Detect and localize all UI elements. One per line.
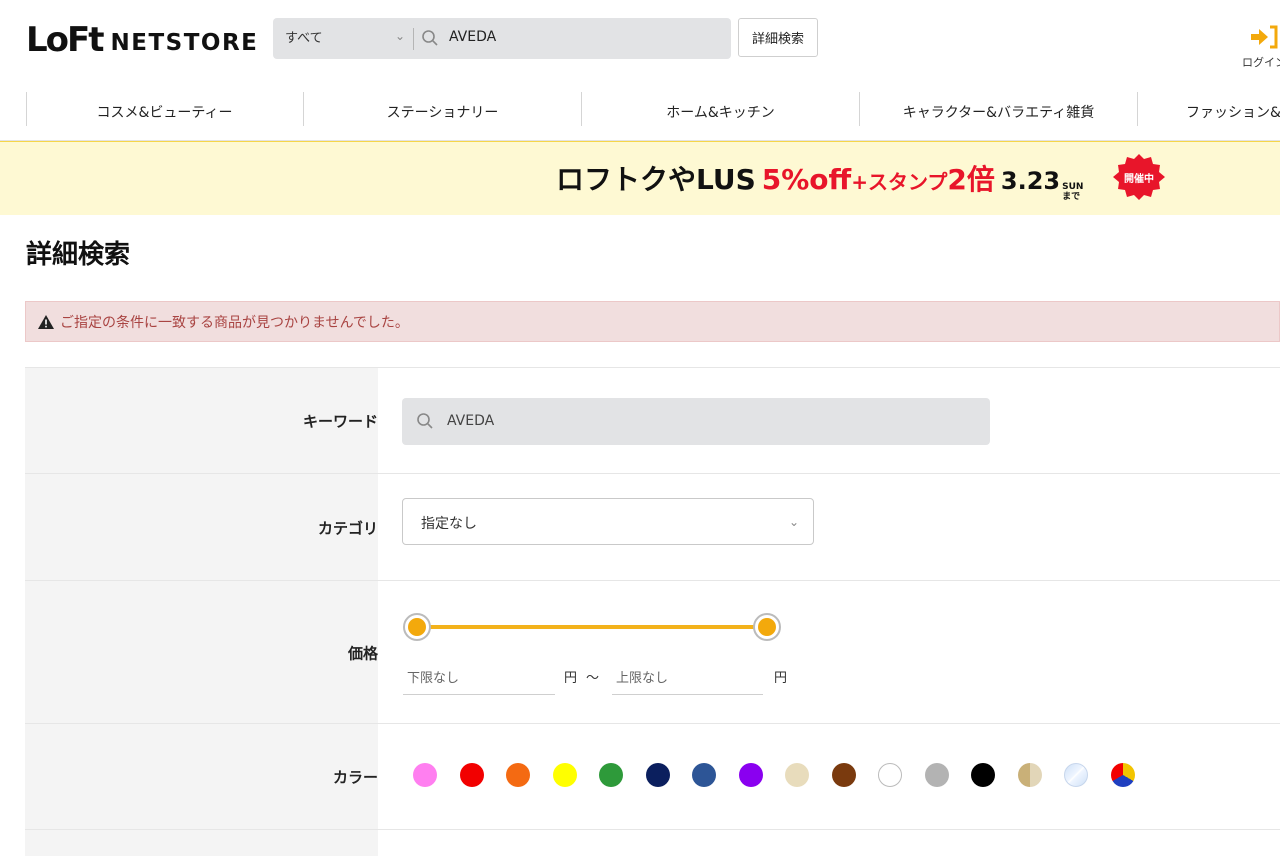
promo-day-label: SUN — [1062, 182, 1084, 192]
yen-label-max: 円 — [774, 671, 788, 686]
keyword-label: キーワード — [302, 412, 378, 431]
promo-plus-stamp: +スタンプ — [851, 170, 948, 194]
color-swatch-clear[interactable] — [1064, 763, 1088, 787]
price-max-placeholder: 上限なし — [616, 671, 669, 686]
keyword-label-cell: キーワード — [25, 368, 378, 474]
color-swatch-yellow[interactable] — [552, 763, 577, 787]
nav-item-cosme[interactable]: コスメ&ビューティー — [26, 98, 303, 126]
promo-title-1: ロフトク — [556, 163, 669, 196]
category-select[interactable]: 指定なし ⌄ — [402, 498, 814, 545]
search-icon[interactable] — [421, 29, 439, 51]
no-results-alert: ご指定の条件に一致する商品が見つかりませんでした。 — [25, 301, 1280, 342]
price-min-input[interactable]: 下限なし — [403, 661, 555, 695]
warning-icon — [38, 314, 54, 329]
color-swatch-pink[interactable] — [413, 763, 437, 787]
nav-item-character-variety[interactable]: キャラクター&バラエティ雑貨 — [860, 98, 1137, 126]
price-min-handle[interactable] — [403, 613, 431, 641]
color-swatch-gray[interactable] — [924, 763, 949, 787]
search-icon — [416, 412, 434, 434]
color-swatch-orange[interactable] — [506, 763, 530, 787]
chevron-down-icon: ⌄ — [788, 515, 799, 529]
logo-text: NETSTORE — [110, 30, 259, 56]
price-label: 価格 — [347, 644, 378, 662]
alert-message: ご指定の条件に一致する商品が見つかりませんでした。 — [60, 314, 409, 331]
login-label[interactable]: ログイン — [1242, 54, 1280, 70]
color-swatch-beige[interactable] — [785, 763, 809, 787]
advanced-search-button[interactable]: 詳細検索 — [738, 18, 818, 57]
category-label: カテゴリ — [317, 519, 378, 537]
yen-label-min: 円 — [564, 671, 578, 686]
color-swatch-purple[interactable] — [738, 763, 763, 787]
price-max-handle[interactable] — [753, 613, 781, 641]
promo-badge: 開催中 — [1110, 152, 1168, 202]
keyword-value: AVEDA — [447, 413, 495, 429]
price-label-cell: 価格 — [25, 581, 378, 724]
promo-title-2: やLUS — [668, 163, 756, 196]
promo-date: 3.23 — [1000, 167, 1061, 195]
page-title: 詳細検索 — [26, 240, 131, 270]
nav-divider — [859, 92, 860, 126]
price-min-placeholder: 下限なし — [407, 671, 460, 686]
nav-item-fashion[interactable]: ファッション& — [1138, 98, 1280, 126]
promo-badge-text: 開催中 — [1124, 174, 1154, 185]
category-nav: コスメ&ビューティー ステーショナリー ホーム&キッチン キャラクター&バラエテ… — [0, 86, 1280, 141]
color-swatch-navy[interactable] — [645, 763, 670, 787]
header-search-bar: すべて ⌄ AVEDA — [273, 18, 731, 59]
promo-until: まで — [1062, 192, 1081, 202]
nav-item-stationery[interactable]: ステーショナリー — [304, 98, 581, 126]
keyword-input[interactable]: AVEDA — [402, 398, 990, 445]
next-row-label-cell — [25, 830, 378, 856]
nav-divider — [1137, 92, 1138, 126]
color-row: カラー — [25, 723, 1280, 830]
price-slider-track[interactable] — [417, 625, 767, 629]
color-label-cell: カラー — [25, 724, 378, 830]
nav-divider — [303, 92, 304, 126]
price-min-handle-dot — [408, 618, 426, 636]
color-swatch-blue[interactable] — [692, 763, 716, 787]
price-max-input[interactable]: 上限なし — [612, 661, 763, 695]
nav-divider — [581, 92, 582, 126]
color-label: カラー — [332, 768, 378, 787]
search-scope-select[interactable]: すべて — [285, 27, 323, 46]
category-value: 指定なし — [421, 516, 477, 532]
promo-day: SUN まで — [1062, 182, 1083, 202]
tilde-label: 〜 — [586, 671, 600, 686]
color-swatch-white[interactable] — [878, 763, 902, 787]
loft-logo[interactable]: LoFt NETSTORE — [26, 20, 258, 60]
color-swatch-red[interactable] — [459, 763, 484, 787]
search-divider — [413, 28, 414, 50]
color-swatch-black[interactable] — [971, 763, 995, 787]
category-label-cell: カテゴリ — [25, 474, 378, 581]
color-swatch-brown[interactable] — [831, 763, 856, 787]
header-search-input[interactable]: AVEDA — [449, 29, 496, 45]
promo-text: ロフトク やLUS 5%off +スタンプ 2倍 3.23 SUN まで — [556, 158, 1083, 202]
promo-double: 2倍 — [947, 163, 995, 196]
color-swatch-multi[interactable] — [1110, 763, 1135, 787]
nav-divider — [26, 92, 27, 126]
category-row: カテゴリ 指定なし ⌄ — [25, 473, 1280, 581]
promo-banner[interactable]: ロフトク やLUS 5%off +スタンプ 2倍 3.23 SUN まで — [0, 141, 1280, 215]
color-swatch-gold[interactable] — [1017, 763, 1042, 787]
keyword-row: キーワード AVEDA — [25, 367, 1280, 474]
nav-item-home-kitchen[interactable]: ホーム&キッチン — [582, 98, 859, 126]
promo-discount: 5%off — [761, 163, 852, 196]
site-header: LoFt NETSTORE すべて ⌄ AVEDA 詳細検索 ログイン — [0, 0, 1280, 86]
price-row: 価格 下限なし 円 〜 上限なし 円 — [25, 580, 1280, 724]
chevron-down-icon[interactable]: ⌄ — [395, 29, 405, 43]
logo-mark: LoFt — [26, 20, 105, 60]
price-max-handle-dot — [758, 618, 776, 636]
color-swatch-green[interactable] — [599, 763, 623, 787]
color-swatches — [413, 763, 1157, 787]
next-row — [25, 829, 1280, 856]
